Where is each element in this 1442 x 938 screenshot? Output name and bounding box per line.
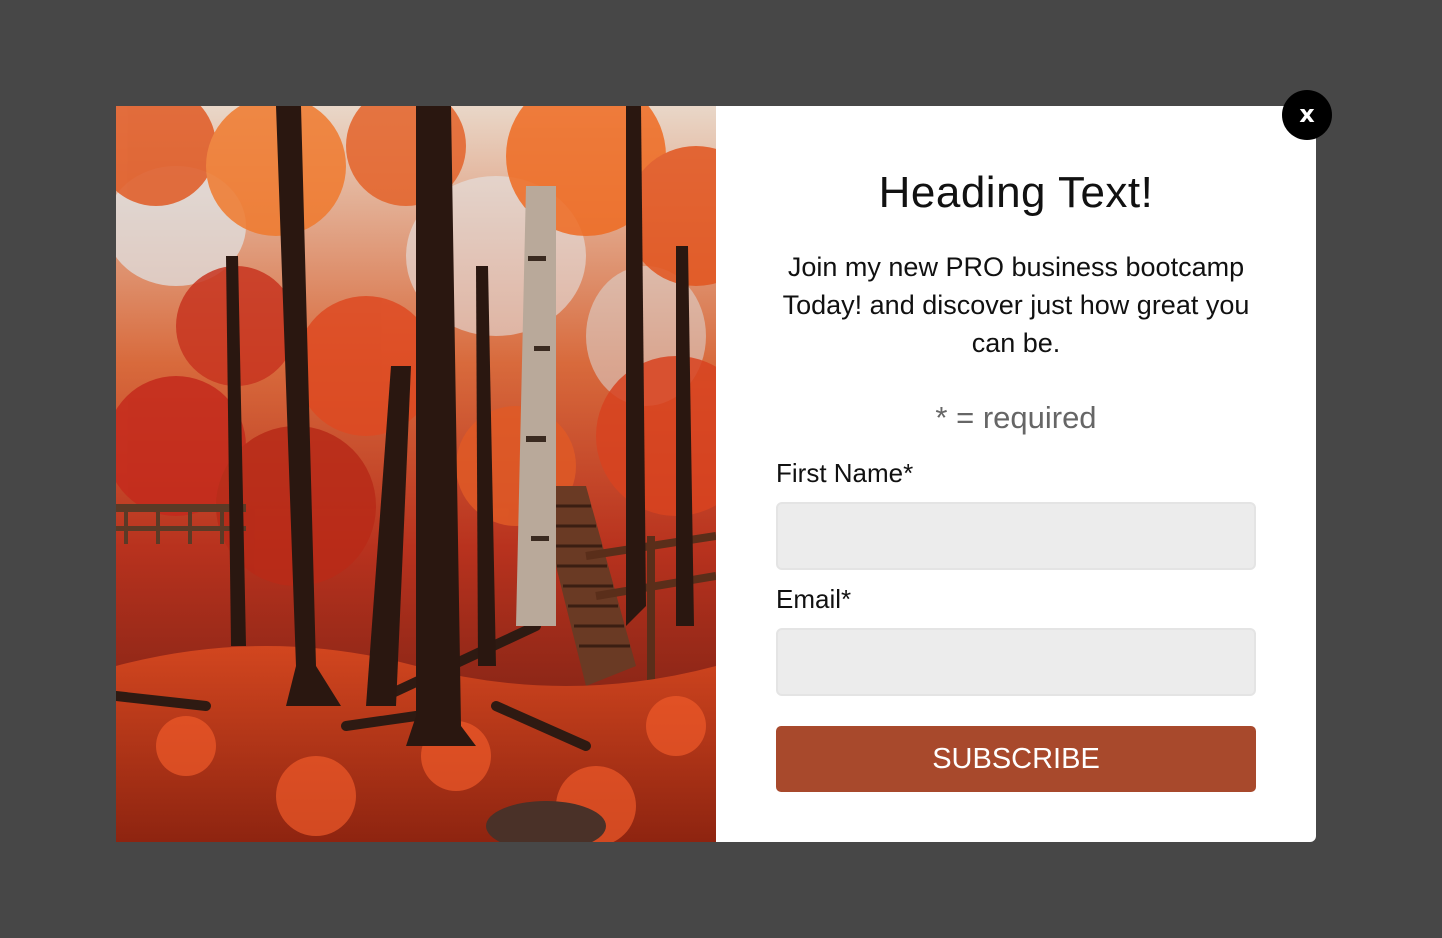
autumn-forest-image xyxy=(116,106,716,842)
subscribe-modal: Heading Text! Join my new PRO business b… xyxy=(116,106,1316,842)
first-name-input[interactable] xyxy=(776,502,1256,570)
modal-description: Join my new PRO business bootcamp Today!… xyxy=(782,252,1250,358)
close-icon: x xyxy=(1299,100,1315,128)
signup-form-panel: Heading Text! Join my new PRO business b… xyxy=(716,106,1316,842)
close-button[interactable]: x xyxy=(1282,90,1332,140)
required-note: * = required xyxy=(935,400,1097,435)
modal-heading: Heading Text! xyxy=(878,168,1154,217)
email-label: Email* xyxy=(776,584,852,614)
subscribe-button[interactable]: SUBSCRIBE xyxy=(776,726,1256,792)
first-name-label: First Name* xyxy=(776,458,914,488)
email-input[interactable] xyxy=(776,628,1256,696)
